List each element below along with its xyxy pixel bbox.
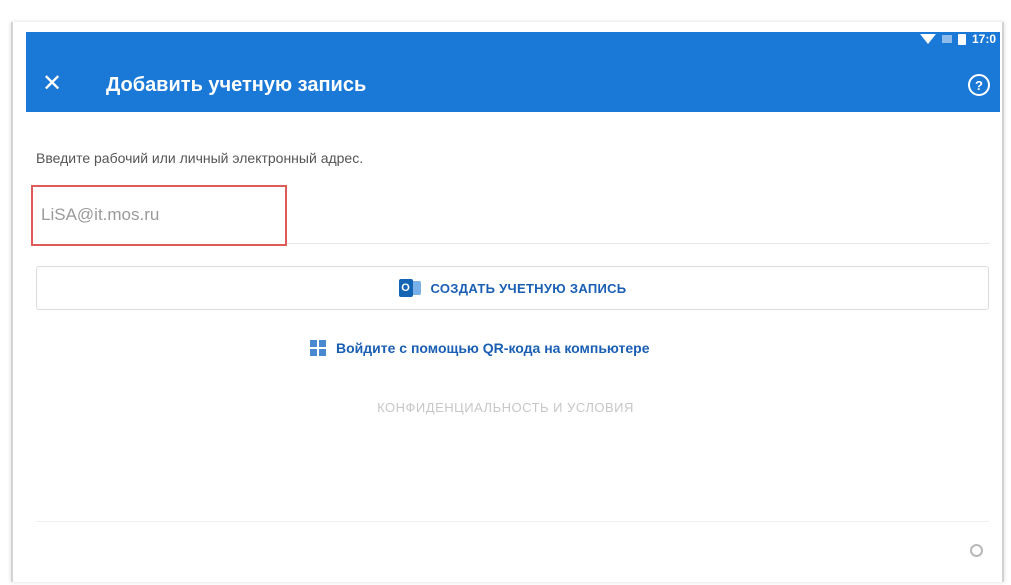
email-field-underline: [287, 243, 990, 244]
create-account-label: СОЗДАТЬ УЧЕТНУЮ ЗАПИСЬ: [430, 280, 627, 296]
qr-code-icon: [310, 340, 326, 356]
status-bar: 17:0: [919, 32, 996, 46]
close-icon[interactable]: ✕: [40, 72, 64, 96]
qr-login-link[interactable]: Войдите с помощью QR-кода на компьютере: [310, 340, 650, 356]
signal-icon: [941, 35, 952, 43]
page-title: Добавить учетную запись: [106, 74, 367, 96]
outlook-icon: O: [398, 279, 421, 297]
app-header: 17:0 ✕ Добавить учетную запись ?: [26, 32, 1000, 112]
help-icon[interactable]: ?: [968, 74, 990, 96]
battery-icon: [957, 33, 966, 45]
wifi-icon: [919, 34, 936, 44]
create-account-button[interactable]: O СОЗДАТЬ УЧЕТНУЮ ЗАПИСЬ: [36, 266, 989, 310]
email-field-highlight: [31, 185, 287, 246]
privacy-terms-link[interactable]: КОНФИДЕНЦИАЛЬНОСТЬ И УСЛОВИЯ: [0, 400, 1011, 415]
qr-login-label: Войдите с помощью QR-кода на компьютере: [336, 340, 650, 356]
status-time: 17:0: [971, 32, 996, 46]
divider: [36, 521, 989, 522]
email-instruction: Введите рабочий или личный электронный а…: [36, 150, 364, 166]
loading-icon: [970, 544, 983, 557]
email-field[interactable]: [39, 199, 273, 231]
